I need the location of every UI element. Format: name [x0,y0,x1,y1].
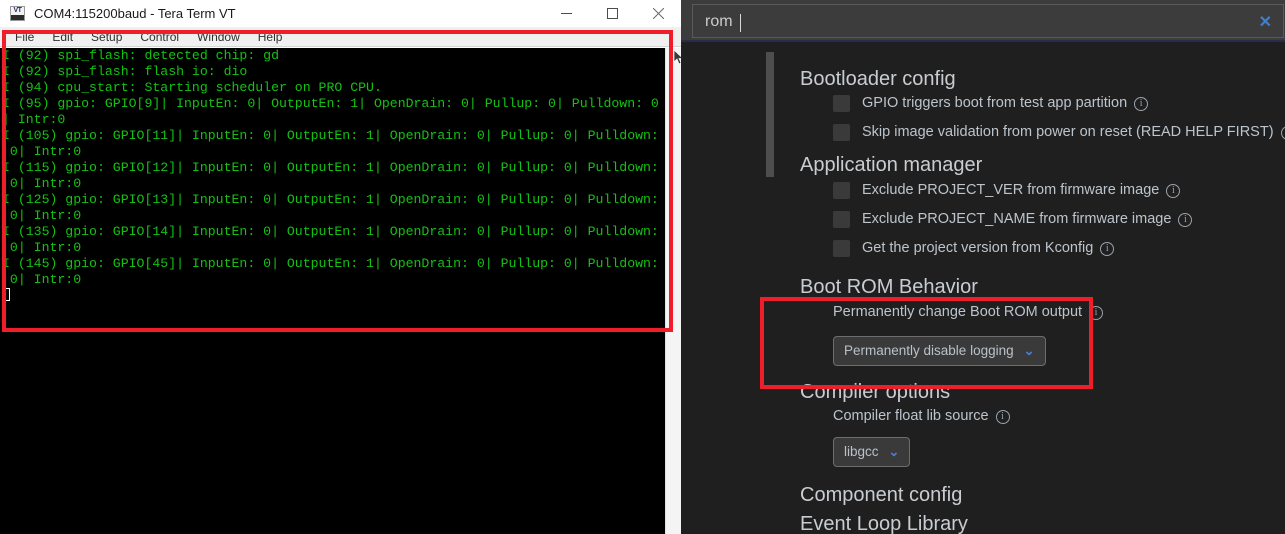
config-panel: rom ✕ Bootloader config GPIO triggers boo… [681,0,1285,534]
terminal-line: 0| Intr:0 [2,176,82,191]
info-icon[interactable]: i [1166,183,1181,198]
terminal-line: I (135) gpio: GPIO[14]| InputEn: 0| Outp… [2,224,659,239]
dropdown-value: libgcc [844,444,879,459]
menu-item-window[interactable]: Window [188,27,249,47]
checkbox-label: Get the project version from Kconfig [862,240,1094,256]
config-row: GPIO triggers boot from test app partiti… [833,94,1149,113]
terminal-line: 0| Intr:0 [2,272,82,287]
minimize-icon[interactable] [543,0,589,27]
section-title-event-loop-library: Event Loop Library [800,513,968,534]
window-title: COM4:115200baud - Tera Term VT [34,6,236,21]
menu-item-control[interactable]: Control [131,27,188,47]
info-icon[interactable]: i [995,409,1010,424]
terminal-line: I (145) gpio: GPIO[45]| InputEn: 0| Outp… [2,256,659,271]
checkbox-get-the-project-version-from-kconfig[interactable] [833,240,850,257]
checkbox-label: Skip image validation from power on rese… [862,124,1274,140]
checkbox-exclude-project-name-from-firmware-image[interactable] [833,211,850,228]
close-icon[interactable] [635,0,681,27]
search-bar: rom ✕ [681,0,1285,42]
config-row: Skip image validation from power on rese… [833,123,1285,142]
config-row: Permanently change Boot ROM output i [833,303,1104,322]
chevron-down-icon[interactable]: ⌄ [889,445,900,459]
config-scroll-area[interactable]: Bootloader config GPIO triggers boot from… [681,42,1285,534]
terminal-line: I (125) gpio: GPIO[13]| InputEn: 0| Outp… [2,192,659,207]
config-row: Exclude PROJECT_NAME from firmware image… [833,210,1193,229]
screenshot-root: VT COM4:115200baud - Tera Term VT File Ed… [0,0,1285,534]
tera-term-titlebar: VT COM4:115200baud - Tera Term VT [0,0,681,27]
terminal-line: I (105) gpio: GPIO[11]| InputEn: 0| Outp… [2,128,659,143]
chevron-down-icon[interactable]: ⌄ [1024,344,1035,358]
section-title-application-manager: Application manager [800,154,983,176]
terminal-lines: I (92) spi_flash: detected chip: gd I (92… [2,48,665,288]
checkbox-label: Exclude PROJECT_VER from firmware image [862,182,1160,198]
checkbox-skip-image-validation-from-power-on-rese[interactable] [833,124,850,141]
config-row: Get the project version from Kconfig i [833,239,1115,258]
info-icon[interactable]: i [1100,241,1115,256]
terminal-line: | Intr:0 [2,112,66,127]
option-label-compiler-float-lib-source: Compiler float lib source [833,408,989,424]
terminal-line: 0| Intr:0 [2,144,82,159]
section-title-compiler-options: Compiler options [800,381,951,403]
config-scrollbar-thumb[interactable] [766,52,774,177]
info-icon[interactable]: i [1089,305,1104,320]
terminal-line: 0| Intr:0 [2,240,82,255]
terminal-line: I (115) gpio: GPIO[12]| InputEn: 0| Outp… [2,160,659,175]
text-caret [740,14,741,32]
config-row: Compiler float lib source i [833,407,1010,426]
menu-list: File Edit Setup Control Window Help [0,27,681,47]
info-icon[interactable]: i [1178,212,1193,227]
terminal-line: 0| Intr:0 [2,208,82,223]
menu-item-file[interactable]: File [6,27,43,47]
section-title-bootloader-config: Bootloader config [800,68,956,90]
terminal-line: I (95) gpio: GPIO[9]| InputEn: 0| Output… [2,96,659,111]
tera-term-menubar: File Edit Setup Control Window Help [0,27,681,47]
terminal-cursor [3,288,10,301]
menu-item-setup[interactable]: Setup [82,27,131,47]
section-title-component-config: Component config [800,484,963,506]
maximize-icon[interactable] [589,0,635,27]
terminal-line: I (92) spi_flash: flash io: dio [2,64,248,79]
dropdown-libgcc[interactable]: libgcc ⌄ [833,437,911,467]
dropdown-permanently-disable-logging[interactable]: Permanently disable logging ⌄ [833,336,1046,366]
checkbox-exclude-project-ver-from-firmware-image[interactable] [833,182,850,199]
terminal-line: I (94) cpu_start: Starting scheduler on … [2,80,382,95]
terminal-scrollbar[interactable] [665,48,681,534]
terminal-prompt-line [2,288,665,304]
config-row: Exclude PROJECT_VER from firmware image i [833,181,1181,200]
search-input[interactable]: rom ✕ [692,4,1284,38]
section-title-boot-rom-behavior: Boot ROM Behavior [800,276,978,298]
terminal-line: I (92) spi_flash: detected chip: gd [2,48,279,63]
info-icon[interactable]: i [1280,125,1285,140]
clear-search-icon[interactable]: ✕ [1259,14,1272,32]
vt-terminal-icon: VT [10,6,25,21]
menu-item-edit[interactable]: Edit [43,27,82,47]
tera-term-window: VT COM4:115200baud - Tera Term VT File Ed… [0,0,684,534]
window-controls [543,0,681,27]
checkbox-gpio-triggers-boot-from-test-app-partiti[interactable] [833,95,850,112]
info-icon[interactable]: i [1134,96,1149,111]
dropdown-value: Permanently disable logging [844,343,1014,358]
terminal-scrollbar-thumb[interactable] [667,48,681,518]
terminal-output[interactable]: I (92) spi_flash: detected chip: gd I (92… [0,48,665,534]
checkbox-label: Exclude PROJECT_NAME from firmware image [862,211,1172,227]
menu-item-help[interactable]: Help [249,27,292,47]
option-label-permanently-change-boot-rom-output: Permanently change Boot ROM output [833,304,1083,320]
checkbox-label: GPIO triggers boot from test app partiti… [862,95,1128,111]
search-input-value: rom [705,13,733,30]
